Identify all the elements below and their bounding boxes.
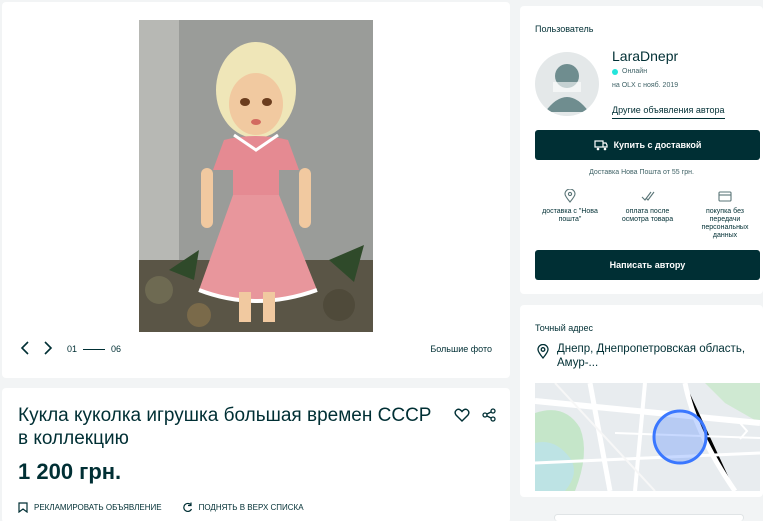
seller-name: LaraDnepr	[612, 48, 679, 64]
check-icon	[641, 191, 654, 201]
photo-pager: 01 06	[67, 344, 121, 354]
message-author-button[interactable]: Написать автору	[535, 250, 760, 280]
raise-ad-label: ПОДНЯТЬ В ВЕРХ СПИСКА	[198, 503, 304, 512]
location-pin-icon	[537, 344, 549, 359]
pin-icon	[564, 189, 576, 203]
member-since: на OLX с нояб. 2019	[612, 82, 679, 89]
prev-photo-button[interactable]	[17, 340, 33, 356]
pager-total: 06	[111, 344, 122, 354]
feature-payment-label: оплата после осмотра товара	[621, 208, 674, 223]
feature-delivery-label: доставка с "Нова пошта"	[542, 208, 598, 223]
delivery-features: доставка с "Нова пошта" оплата после осм…	[535, 188, 760, 240]
ad-price: 1 200 грн.	[18, 459, 122, 484]
pager-divider	[83, 348, 106, 350]
next-card-edge	[554, 514, 744, 521]
bookmark-icon	[18, 502, 28, 513]
location-map[interactable]	[535, 383, 760, 491]
chevron-right-icon	[44, 341, 53, 355]
delivery-note: Доставка Нова Пошта от 55 грн.	[589, 169, 694, 176]
chevron-left-icon	[20, 341, 29, 355]
refresh-icon	[182, 502, 192, 513]
buy-with-delivery-label: Купить с доставкой	[613, 140, 702, 150]
message-author-label: Написать автору	[609, 260, 686, 270]
truck-icon	[593, 139, 608, 150]
buy-with-delivery-button[interactable]: Купить с доставкой	[535, 130, 760, 160]
share-icon[interactable]	[482, 408, 496, 422]
online-status: Онлайн	[612, 68, 647, 75]
feature-privacy-label: покупка без передачи персональных данных	[701, 208, 749, 239]
seller-section-label: Пользователь	[535, 24, 594, 34]
address-text: Днепр, Днепропетровская область, Амур-..…	[557, 343, 746, 369]
online-dot-icon	[612, 68, 618, 75]
card-icon	[718, 190, 732, 202]
other-ads-link[interactable]: Другие объявления автора	[612, 105, 725, 119]
address-section-label: Точный адрес	[535, 323, 594, 333]
user-placeholder-icon	[545, 64, 589, 112]
online-status-label: Онлайн	[622, 68, 648, 75]
pager-current: 01	[67, 344, 78, 354]
address-card: Точный адрес Днепр, Днепропетровская обл…	[520, 305, 763, 497]
feature-delivery: доставка с "Нова пошта"	[535, 188, 605, 240]
ad-title-card: Кукла куколка игрушка большая времен ССС…	[2, 388, 510, 521]
avatar[interactable]	[535, 52, 599, 116]
heart-icon[interactable]	[454, 408, 470, 422]
next-photo-button[interactable]	[40, 340, 56, 356]
ad-title: Кукла куколка игрушка большая времен ССС…	[18, 405, 432, 449]
feature-payment: оплата после осмотра товара	[613, 188, 683, 240]
seller-card: Пользователь LaraDnepr Онлайн на OLX с н…	[520, 6, 763, 294]
promote-ad-label: РЕКЛАМИРОВАТЬ ОБЪЯВЛЕНИЕ	[34, 503, 162, 512]
main-photo[interactable]	[139, 20, 373, 332]
photo-gallery: 01 06 Большие фото	[2, 2, 510, 378]
feature-privacy: покупка без передачи персональных данных	[690, 188, 760, 240]
raise-ad-link[interactable]: ПОДНЯТЬ В ВЕРХ СПИСКА	[182, 502, 304, 513]
promote-ad-link[interactable]: РЕКЛАМИРОВАТЬ ОБЪЯВЛЕНИЕ	[18, 502, 162, 513]
big-photo-link[interactable]: Большие фото	[430, 344, 492, 354]
